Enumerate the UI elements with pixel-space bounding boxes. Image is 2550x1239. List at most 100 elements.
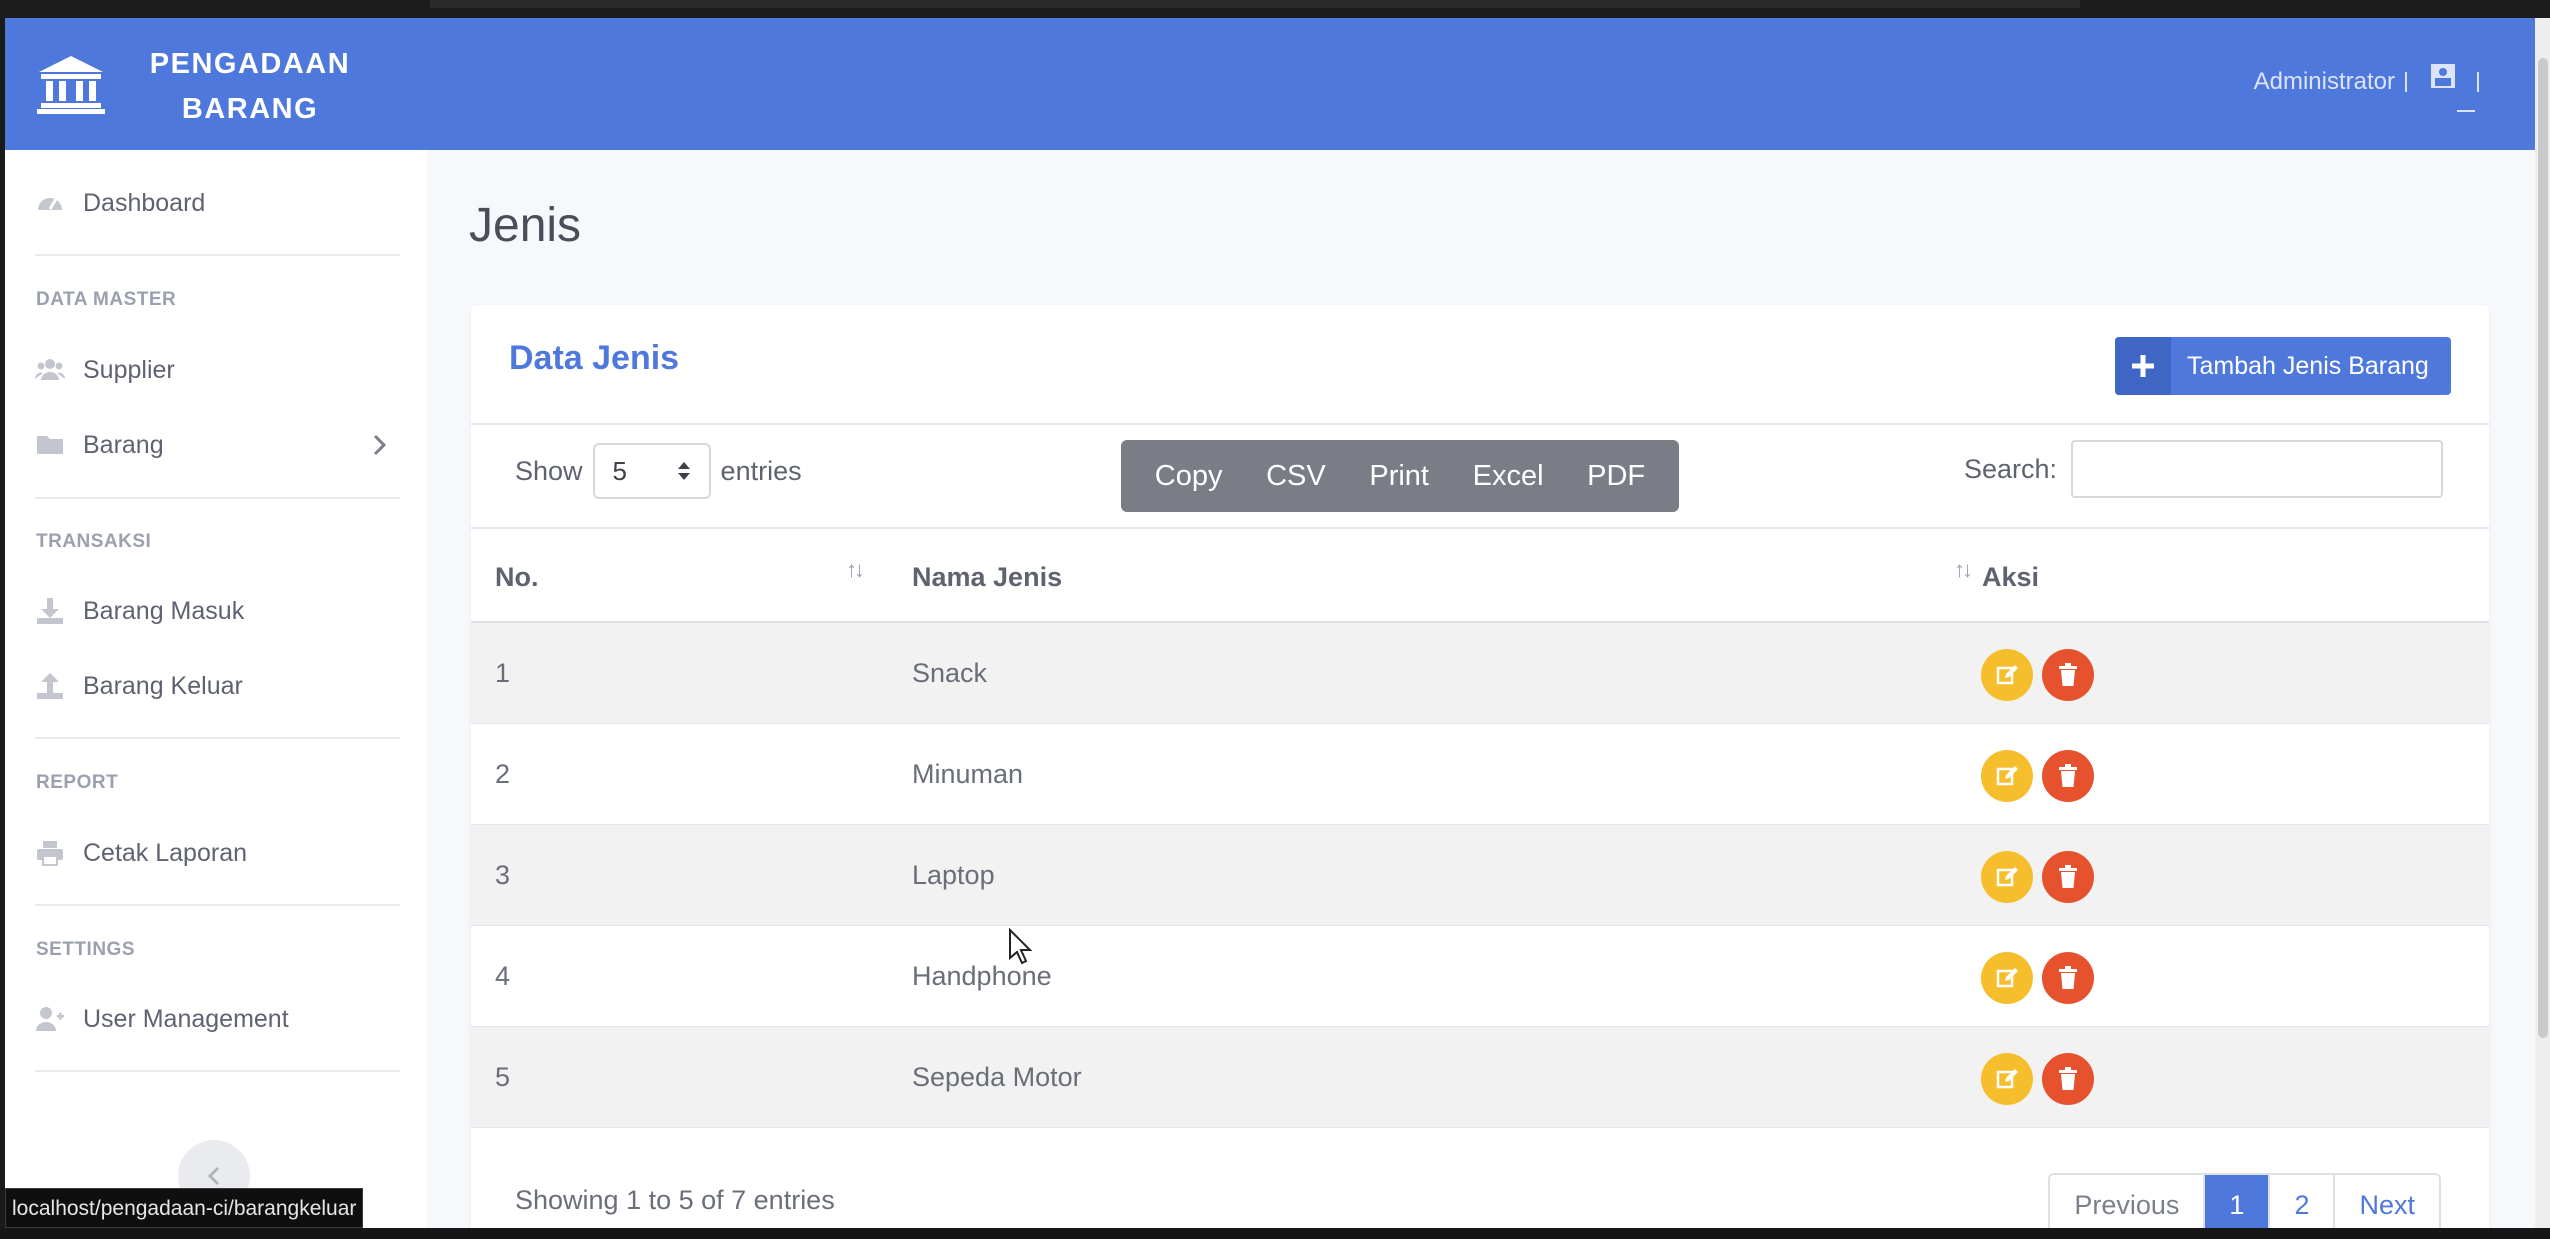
sidebar-item-barang[interactable]: Barang (35, 425, 164, 465)
delete-button[interactable] (2042, 851, 2094, 903)
chevron-right-icon[interactable] (371, 432, 389, 458)
section-heading-transaksi: TRANSAKSI (36, 531, 152, 552)
cell-no: 1 (495, 658, 511, 688)
card-title: Data Jenis (509, 339, 680, 377)
download-icon (37, 598, 63, 624)
show-label: Show (515, 455, 583, 486)
dashboard-gauge-icon (38, 198, 62, 210)
pagination-page-1[interactable]: 1 (2205, 1175, 2271, 1235)
trash-icon (2059, 764, 2077, 787)
trash-icon (2059, 663, 2077, 686)
folder-icon (37, 436, 63, 454)
edit-icon (1996, 766, 2018, 786)
sidebar-item-dashboard[interactable]: Dashboard (35, 183, 205, 223)
sidebar: Dashboard DATA MASTER Supplier Barang TR… (5, 150, 427, 1239)
entries-label: entries (720, 455, 802, 486)
edit-icon (1996, 867, 2018, 887)
table-row: 5 Sepeda Motor (471, 1027, 2489, 1128)
delete-button[interactable] (2042, 750, 2094, 802)
main-content: Jenis Data Jenis Tambah Jenis Barang Sho… (427, 150, 2535, 1239)
search-label: Search: (1963, 453, 2057, 484)
export-excel-button[interactable]: Excel (1473, 460, 1544, 493)
edit-button[interactable] (1981, 750, 2033, 802)
entries-select-value: 5 (612, 455, 628, 486)
export-csv-button[interactable]: CSV (1266, 460, 1326, 493)
data-card: Data Jenis Tambah Jenis Barang Show 5 en… (471, 305, 2489, 1239)
sidebar-divider (35, 737, 400, 739)
plus-icon (2115, 337, 2171, 395)
table-header: No. ↑↓ Nama Jenis ↑↓ Aksi (471, 527, 2489, 623)
edit-icon (1996, 665, 2018, 685)
brand-title[interactable]: PENGADAAN BARANG (135, 42, 365, 132)
table-info: Showing 1 to 5 of 7 entries (515, 1185, 835, 1215)
cell-nama-jenis: Minuman (912, 759, 1024, 789)
export-print-button[interactable]: Print (1369, 460, 1429, 493)
sidebar-item-barang-keluar[interactable]: Barang Keluar (35, 666, 243, 706)
edit-icon (1996, 968, 2018, 988)
printer-icon (37, 841, 63, 866)
delete-button[interactable] (2042, 952, 2094, 1004)
brand-title-line1: PENGADAAN (149, 48, 351, 80)
search-input[interactable] (2071, 440, 2443, 498)
export-copy-button[interactable]: Copy (1155, 460, 1223, 493)
edit-button[interactable] (1981, 851, 2033, 903)
table-row: 4 Handphone (471, 926, 2489, 1027)
table-row: 3 Laptop (471, 825, 2489, 926)
trash-icon (2059, 865, 2077, 888)
sidebar-item-label: Barang (83, 430, 164, 459)
mouse-cursor-icon (1009, 928, 1033, 965)
delete-button[interactable] (2042, 649, 2094, 701)
column-header-no[interactable]: No. (495, 529, 539, 625)
sidebar-item-label: Cetak Laporan (83, 838, 248, 867)
column-header-nama-jenis[interactable]: Nama Jenis (912, 529, 1062, 625)
brand-title-line2: BARANG (181, 93, 319, 125)
user-avatar-icon[interactable] (2429, 62, 2457, 90)
pagination-page-2[interactable]: 2 (2270, 1175, 2336, 1235)
sidebar-divider (35, 254, 400, 256)
sidebar-item-supplier[interactable]: Supplier (35, 350, 175, 390)
top-navbar: PENGADAAN BARANG Administrator (5, 18, 2535, 150)
sidebar-item-label: Dashboard (83, 188, 206, 217)
table-row: 1 Snack (471, 623, 2489, 724)
sidebar-item-cetak-laporan[interactable]: Cetak Laporan (35, 833, 247, 873)
browser-bottom-strip (0, 1228, 2550, 1239)
sidebar-divider (35, 497, 400, 499)
search-control: Search: (1964, 440, 2443, 498)
trash-icon (2059, 1067, 2077, 1090)
card-header: Data Jenis Tambah Jenis Barang (471, 305, 2489, 425)
cell-nama-jenis: Laptop (912, 860, 995, 890)
sidebar-item-label: User Management (83, 1004, 289, 1033)
select-caret-icon (677, 462, 690, 480)
section-heading-report: REPORT (36, 772, 119, 793)
length-control: Show 5 entries (515, 443, 802, 499)
pagination-next[interactable]: Next (2335, 1175, 2439, 1235)
sidebar-item-barang-masuk[interactable]: Barang Masuk (35, 591, 244, 631)
sidebar-item-user-management[interactable]: User Management (35, 999, 289, 1039)
cell-no: 3 (495, 860, 511, 890)
user-plus-icon (36, 1007, 64, 1031)
sidebar-divider (35, 904, 400, 906)
delete-button[interactable] (2042, 1053, 2094, 1105)
entries-select[interactable]: 5 (592, 443, 711, 499)
page-scrollbar[interactable] (2535, 18, 2550, 1228)
user-divider (2405, 72, 2407, 92)
add-jenis-label: Tambah Jenis Barang (2187, 351, 2429, 380)
export-pdf-button[interactable]: PDF (1587, 460, 1645, 493)
trash-icon (2059, 966, 2077, 989)
add-jenis-button[interactable]: Tambah Jenis Barang (2115, 337, 2451, 395)
edit-button[interactable] (1981, 1053, 2033, 1105)
edit-icon (1996, 1069, 2018, 1089)
user-name[interactable]: Administrator (2254, 68, 2395, 96)
page-title: Jenis (469, 199, 582, 252)
cell-nama-jenis: Snack (912, 658, 988, 688)
user-divider-right (2477, 72, 2479, 92)
scrollbar-thumb[interactable] (2538, 58, 2548, 1038)
section-heading-data-master: DATA MASTER (36, 289, 177, 310)
sort-icon[interactable]: ↑↓ (846, 557, 865, 583)
edit-button[interactable] (1981, 649, 2033, 701)
pagination-previous[interactable]: Previous (2050, 1175, 2206, 1235)
cell-no: 4 (495, 961, 511, 991)
browser-top-strip (0, 0, 2550, 18)
sort-icon[interactable]: ↑↓ (1954, 557, 1973, 583)
edit-button[interactable] (1981, 952, 2033, 1004)
